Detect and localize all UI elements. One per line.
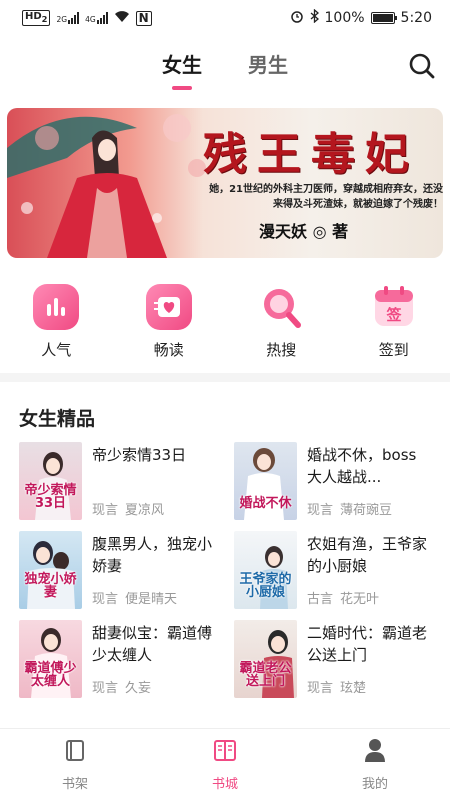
bar-chart-icon <box>33 284 80 330</box>
category-shortcuts: 人气 畅读 热搜 签 签到 <box>0 258 450 373</box>
book-meta: 现言 夏凉风 <box>92 503 165 518</box>
banner-illustration <box>7 114 206 258</box>
book-item[interactable]: 婚战不休 婚战不休，boss大人越战... 现言 薄荷豌豆 <box>234 442 431 520</box>
bottom-nav: 书架 书城 我的 <box>0 728 450 800</box>
tab-female[interactable]: 女生 <box>162 49 202 86</box>
book-cover: 独宠小娇妻 <box>19 531 82 609</box>
book-cover: 霸道老公送上门 <box>234 620 297 698</box>
bookstore-icon <box>212 737 238 767</box>
promo-banner[interactable]: 残王毒妃 她，21世纪的外科主刀医师，穿越成相府弃女，还没来得及斗死渣妹，就被迫… <box>7 108 443 258</box>
category-label: 签到 <box>378 341 409 359</box>
category-signin[interactable]: 签 签到 <box>349 284 439 373</box>
nav-bookstore[interactable]: 书城 <box>150 729 300 800</box>
battery-icon <box>370 12 397 24</box>
book-cover: 婚战不休 <box>234 442 297 520</box>
book-grid: 帝少索情33日 帝少索情33日 现言 夏凉风 婚战不休 婚战不休，boss大人越战… <box>0 442 450 698</box>
book-meta: 现言 便是晴天 <box>92 592 178 607</box>
calendar-sign-icon: 签 <box>370 284 417 330</box>
book-title: 二婚时代：霸道老公送上门 <box>307 624 428 664</box>
book-item[interactable]: 霸道傅少太缠人 甜妻似宝：霸道傅少太缠人 现言 久妄 <box>19 620 216 698</box>
nav-label: 我的 <box>361 777 388 792</box>
nav-label: 书架 <box>61 777 88 792</box>
hd-indicator: HD2 <box>22 10 51 26</box>
bookshelf-icon <box>62 737 88 767</box>
category-label: 热搜 <box>266 341 297 359</box>
magnifier-icon <box>258 284 305 330</box>
book-item[interactable]: 帝少索情33日 帝少索情33日 现言 夏凉风 <box>19 442 216 520</box>
book-meta: 现言 久妄 <box>92 681 152 696</box>
profile-icon <box>362 737 388 767</box>
book-cover: 霸道傅少太缠人 <box>19 620 82 698</box>
nav-label: 书城 <box>211 777 238 792</box>
book-item[interactable]: 独宠小娇妻 腹黑男人，独宠小娇妻 现言 便是晴天 <box>19 531 216 609</box>
section-title: 女生精品 <box>19 408 96 430</box>
book-item[interactable]: 王爷家的小厨娘 农姐有渔，王爷家的小厨娘 古言 花无叶 <box>234 531 431 609</box>
book-cover: 帝少索情33日 <box>19 442 82 520</box>
banner-author: 漫天妖 ◎ 著 <box>259 222 349 241</box>
clock: 5:20 <box>400 10 432 26</box>
status-bar: HD2 2G 4G N 100% 5:20 <box>0 0 450 36</box>
book-title: 帝少索情33日 <box>92 446 187 464</box>
battery-percent: 100% <box>324 10 365 26</box>
book-title: 农姐有渔，王爷家的小厨娘 <box>307 535 428 575</box>
category-trending[interactable]: 热搜 <box>236 284 326 373</box>
section-divider <box>0 373 450 382</box>
book-item[interactable]: 霸道老公送上门 二婚时代：霸道老公送上门 现言 玹楚 <box>234 620 431 698</box>
book-meta: 现言 玹楚 <box>307 681 367 696</box>
book-title: 婚战不休，boss大人越战... <box>307 446 417 486</box>
wifi-icon <box>114 10 130 27</box>
banner-title: 残王毒妃 <box>203 129 419 180</box>
nfc-icon: N <box>135 10 152 26</box>
category-popular[interactable]: 人气 <box>11 284 101 373</box>
gender-tabs: 女生 男生 <box>0 36 450 98</box>
bluetooth-icon <box>310 8 319 27</box>
heart-book-icon <box>145 284 192 330</box>
book-meta: 古言 花无叶 <box>307 592 380 607</box>
search-icon[interactable] <box>408 52 436 80</box>
category-label: 人气 <box>41 341 72 359</box>
book-meta: 现言 薄荷豌豆 <box>307 503 393 518</box>
book-title: 腹黑男人，独宠小娇妻 <box>92 535 213 575</box>
tab-male[interactable]: 男生 <box>248 49 288 86</box>
signal-icon: 4G <box>85 12 108 24</box>
banner-description: 她，21世纪的外科主刀医师，穿越成相府弃女，还没来得及斗死渣妹，就被迫嫁了个残废… <box>209 184 443 210</box>
category-read[interactable]: 畅读 <box>124 284 214 373</box>
svg-text:签: 签 <box>385 306 402 324</box>
book-cover: 王爷家的小厨娘 <box>234 531 297 609</box>
signal-icon: 2G <box>56 12 80 24</box>
nav-bookshelf[interactable]: 书架 <box>0 729 150 800</box>
nav-profile[interactable]: 我的 <box>300 729 450 800</box>
book-title: 甜妻似宝：霸道傅少太缠人 <box>92 624 213 664</box>
alarm-icon <box>290 9 304 27</box>
category-label: 畅读 <box>153 341 184 359</box>
